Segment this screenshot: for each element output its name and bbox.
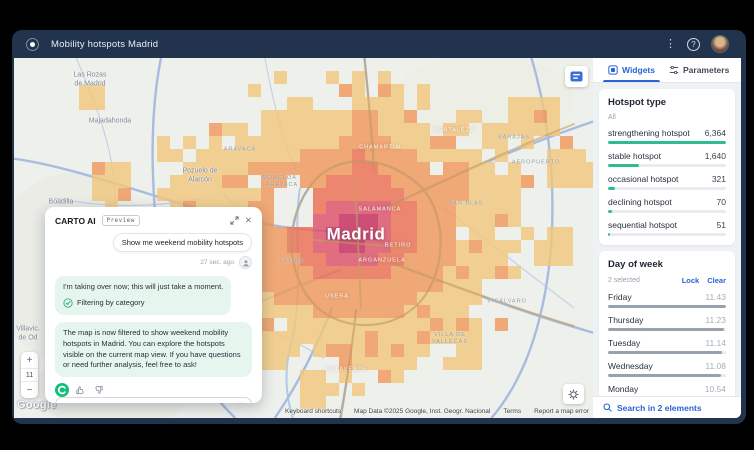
zoom-out-button[interactable]: − xyxy=(21,382,38,398)
agent-message-2: The map is now filtered to show weekend … xyxy=(55,321,252,378)
timestamp: 27 sec. ago xyxy=(200,259,234,266)
expand-icon[interactable] xyxy=(230,216,239,225)
widget-row[interactable]: Monday 10.54 xyxy=(608,384,726,396)
legend-icon xyxy=(570,71,583,82)
zoom-level: 11 xyxy=(21,368,38,382)
user-mini-avatar xyxy=(239,256,252,269)
report-map-error-link[interactable]: Report a map error xyxy=(534,408,589,415)
zoom-control: + 11 − xyxy=(21,352,38,398)
row-label: stable hotspot xyxy=(608,151,661,161)
chat-input-row xyxy=(55,397,252,403)
row-value: 11.23 xyxy=(705,315,726,325)
row-value: 11.43 xyxy=(705,292,726,302)
row-bar xyxy=(608,305,726,308)
user-message: Show me weekend mobility hotspots xyxy=(112,233,252,252)
status-line: Filtering by category xyxy=(63,298,223,309)
app-logo-icon xyxy=(26,37,39,51)
row-bar xyxy=(608,164,726,167)
row-bar xyxy=(608,210,726,213)
row-value: 11.14 xyxy=(705,338,726,348)
zoom-in-button[interactable]: + xyxy=(21,352,38,368)
widget-title: Hotspot type xyxy=(608,97,667,108)
row-label: Friday xyxy=(608,292,632,302)
legend-toggle-button[interactable] xyxy=(565,66,588,87)
row-value: 1,640 xyxy=(704,151,726,161)
lock-link[interactable]: Lock xyxy=(682,276,700,285)
keyboard-shortcuts-link[interactable]: Keyboard shortcuts xyxy=(285,408,341,415)
sliders-icon xyxy=(669,65,679,75)
widget-row[interactable]: Wednesday 11.08 xyxy=(608,361,726,377)
day-of-week-widget: Day of week 2 selected Lock Clear Friday… xyxy=(599,251,735,396)
widget-title: Day of week xyxy=(608,259,663,270)
gear-icon xyxy=(568,389,579,399)
message-meta: 27 sec. ago xyxy=(200,256,252,269)
widget-row[interactable]: stable hotspot 1,640 xyxy=(608,151,726,167)
widget-row[interactable]: occasional hotspot 321 xyxy=(608,174,726,190)
widget-row[interactable]: sequential hotspot 51 xyxy=(608,220,726,236)
widgets-icon xyxy=(608,65,618,75)
thumbs-up-icon[interactable] xyxy=(76,385,86,395)
preview-badge: Preview xyxy=(101,215,140,226)
app-window: Mobility hotspots Madrid ⋮ ? Las Rozas d… xyxy=(12,30,746,424)
row-value: 10.54 xyxy=(704,384,726,394)
send-button[interactable] xyxy=(232,402,246,403)
row-bar xyxy=(608,351,726,354)
selected-count: 2 selected xyxy=(608,277,640,284)
map-attribution: Keyboard shortcuts Map Data ©2025 Google… xyxy=(285,408,589,415)
widget-row[interactable]: Tuesday 11.14 xyxy=(608,338,726,354)
row-bar xyxy=(608,141,726,144)
terms-link[interactable]: Terms xyxy=(503,408,521,415)
sidebar-tabs: Widgets Parameters xyxy=(593,58,741,83)
search-elements-button[interactable]: Search in 2 elements xyxy=(593,396,741,418)
row-bar xyxy=(608,187,726,190)
check-circle-icon xyxy=(63,298,73,308)
row-bar xyxy=(608,233,726,236)
widget-row[interactable]: declining hotspot 70 xyxy=(608,197,726,213)
help-icon[interactable]: ? xyxy=(687,37,700,51)
hotspot-type-widget: Hotspot type All strengthening hotspot 6… xyxy=(599,89,735,245)
feedback-row xyxy=(55,383,252,398)
thumbs-down-icon[interactable] xyxy=(93,385,103,395)
row-value: 6,364 xyxy=(704,128,726,138)
row-label: Tuesday xyxy=(608,338,641,348)
right-sidebar: Widgets Parameters Hotspot type All stre… xyxy=(593,58,741,418)
chat-title: CARTO AI xyxy=(55,215,96,226)
row-bar xyxy=(608,374,726,377)
carto-ai-panel: CARTO AI Preview ✕ Show me weekend mobil… xyxy=(45,207,262,403)
row-label: occasional hotspot xyxy=(608,174,679,184)
row-label: Thursday xyxy=(608,315,644,325)
row-label: sequential hotspot xyxy=(608,220,677,230)
close-icon[interactable]: ✕ xyxy=(245,215,252,226)
widget-row[interactable]: strengthening hotspot 6,364 xyxy=(608,128,726,144)
tab-widgets[interactable]: Widgets xyxy=(601,58,662,82)
row-bar xyxy=(608,328,726,331)
row-label: declining hotspot xyxy=(608,197,672,207)
widget-row[interactable]: Thursday 11.23 xyxy=(608,315,726,331)
agent-message-1: I'm taking over now; this will just take… xyxy=(55,276,232,315)
page-title: Mobility hotspots Madrid xyxy=(51,38,159,50)
title-bar: Mobility hotspots Madrid ⋮ ? xyxy=(14,30,741,58)
row-value: 11.08 xyxy=(705,361,726,371)
widget-row[interactable]: Friday 11.43 xyxy=(608,292,726,308)
row-value: 70 xyxy=(716,197,726,207)
clear-link[interactable]: Clear xyxy=(707,276,726,285)
widgets-list: Hotspot type All strengthening hotspot 6… xyxy=(593,83,741,396)
carto-ai-logo-icon xyxy=(55,383,69,398)
row-value: 51 xyxy=(716,220,726,230)
map-canvas[interactable]: Las Rozas de Madrid Majadahonda Pozuelo de… xyxy=(14,58,593,418)
more-options-icon[interactable]: ⋮ xyxy=(665,38,676,50)
map-data-text: Map Data ©2025 Google, Inst. Geogr. Naci… xyxy=(354,408,491,415)
search-icon xyxy=(603,403,612,412)
map-settings-button[interactable] xyxy=(563,384,584,404)
row-value: 321 xyxy=(711,174,726,184)
tab-parameters[interactable]: Parameters xyxy=(662,58,736,82)
user-avatar[interactable] xyxy=(711,35,729,53)
widget-subtitle: All xyxy=(608,114,616,121)
row-label: Wednesday xyxy=(608,361,653,371)
row-label: Monday xyxy=(608,384,639,394)
row-label: strengthening hotspot xyxy=(608,128,690,138)
